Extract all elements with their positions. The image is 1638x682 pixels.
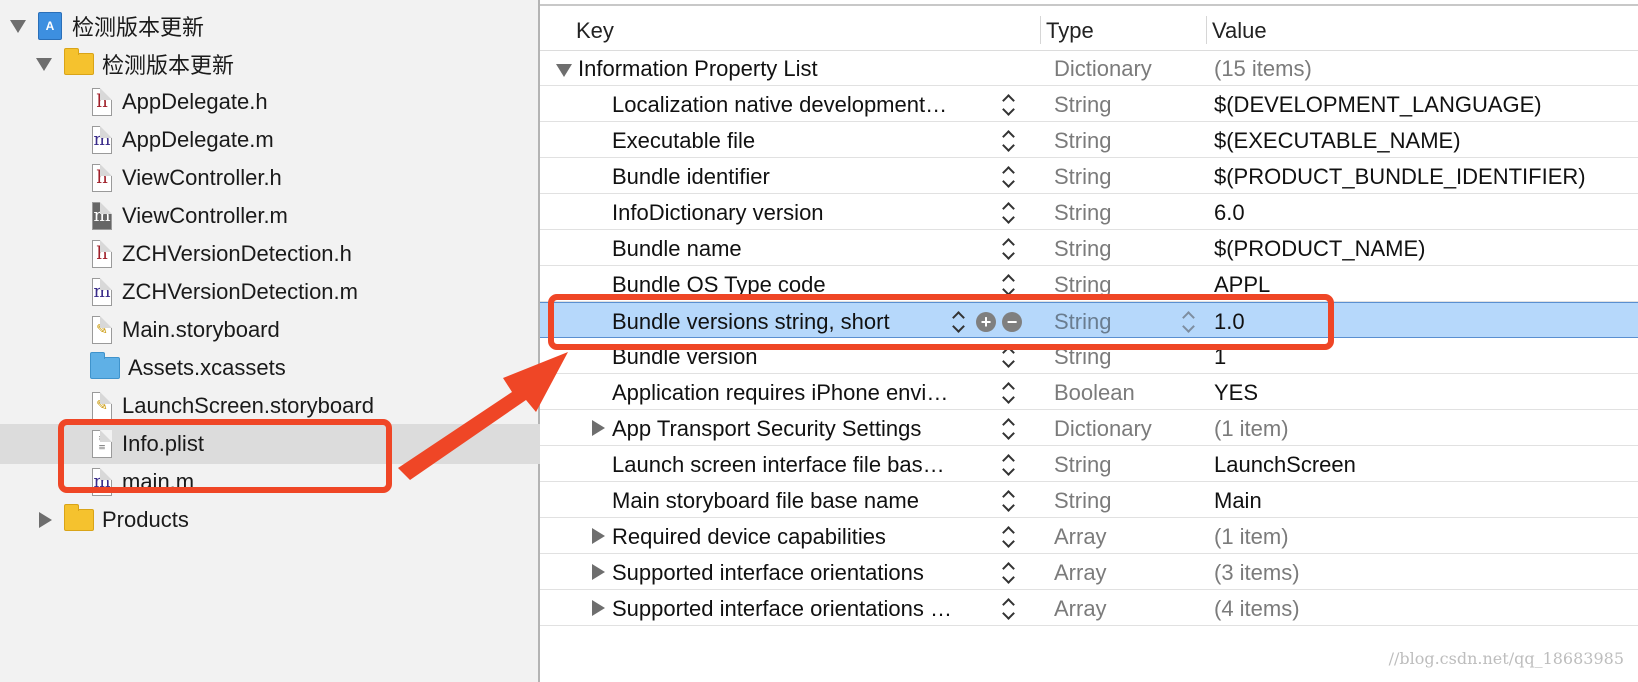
arrow-shaft xyxy=(398,352,568,480)
watermark: //blog.csdn.net/qq_18683985 xyxy=(1388,649,1624,668)
annotation-arrow xyxy=(398,352,568,480)
